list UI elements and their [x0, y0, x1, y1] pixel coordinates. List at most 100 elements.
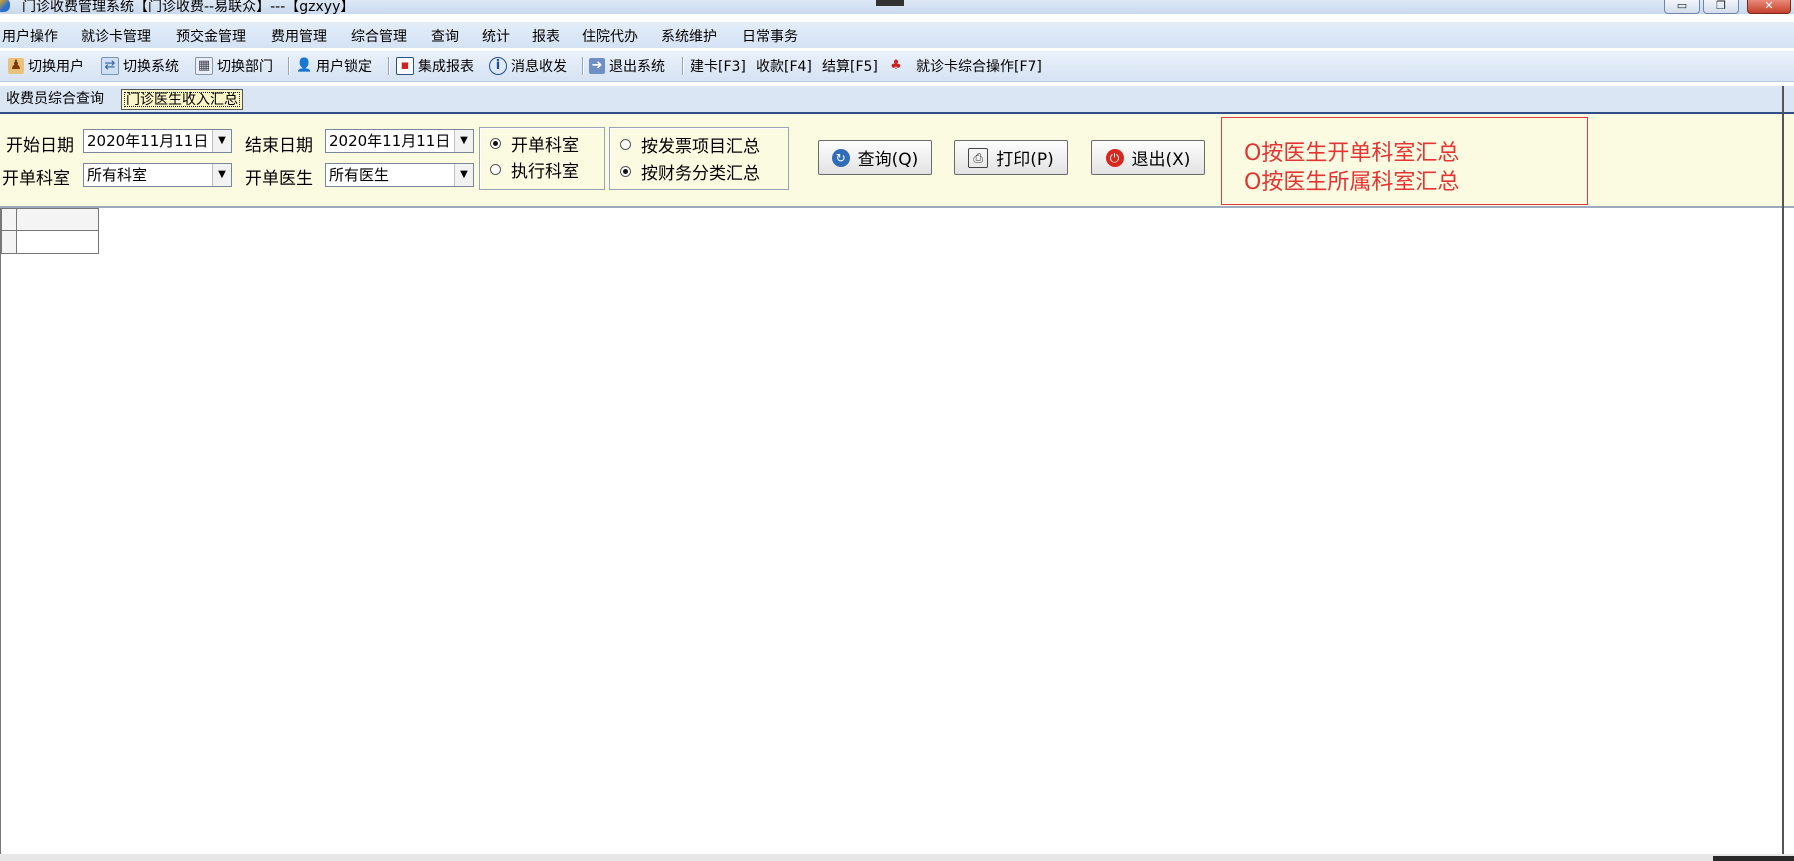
summary-mode-group: 按发票项目汇总 按财务分类汇总 [609, 127, 789, 190]
create-card-label: 建卡[F3] [690, 59, 746, 75]
toolbar-separator [582, 57, 583, 75]
user-lock-icon: 👤 [296, 58, 313, 73]
radio-by-finance-category[interactable]: 按财务分类汇总 [620, 159, 760, 184]
end-date-picker[interactable]: 2020年11月11日 ▼ [325, 129, 474, 153]
chevron-down-icon[interactable]: ▼ [454, 130, 473, 152]
menu-general-mgmt[interactable]: 综合管理 [351, 26, 407, 46]
query-button-label: 查询(Q) [857, 150, 919, 170]
messages-button[interactable]: i 消息收发 [489, 56, 567, 76]
toolbar: ♟ 切换用户 ⇄ 切换系统 ▦ 切换部门 👤 用户锁定 ▪ 集成报表 i 消息收… [0, 51, 1794, 82]
restore-button[interactable]: ❐ [1703, 0, 1739, 14]
grid-column-header[interactable] [16, 208, 99, 231]
annotation-line-1: O按医生开单科室汇总 [1244, 141, 1460, 166]
window-title: 门诊收费管理系统【门诊收费--易联众】---【gzxyy】 [22, 0, 355, 15]
create-card-button[interactable]: 建卡[F3] [690, 56, 746, 76]
collect-payment-label: 收款[F4] [756, 59, 812, 75]
print-button[interactable]: ⎙ 打印(P) [954, 140, 1068, 175]
settle-button[interactable]: 结算[F5] [822, 56, 878, 76]
grid-cell[interactable] [16, 230, 99, 254]
menu-bar: 用户操作 就诊卡管理 预交金管理 费用管理 综合管理 查询 统计 报表 住院代办… [0, 22, 1794, 48]
menu-user-ops[interactable]: 用户操作 [2, 26, 58, 46]
lock-user-button[interactable]: 👤 用户锁定 [296, 56, 372, 76]
tab-cashier-query[interactable]: 收费员综合查询 [2, 89, 108, 110]
card-operations-label: 就诊卡综合操作[F7] [916, 59, 1042, 75]
printer-icon: ⎙ [968, 147, 989, 168]
exit-button-label: 退出(X) [1131, 150, 1191, 170]
card-operations-button[interactable]: ♣ 就诊卡综合操作[F7] [888, 56, 1042, 76]
dept-label: 开单科室 [2, 169, 70, 189]
report-icon: ▪ [396, 57, 414, 75]
menu-deposit-mgmt[interactable]: 预交金管理 [176, 26, 246, 46]
radio-selected-icon [620, 166, 631, 177]
menu-daily-affairs[interactable]: 日常事务 [742, 26, 798, 46]
collect-payment-button[interactable]: 收款[F4] [756, 56, 812, 76]
app-icon [0, 0, 10, 12]
toolbar-separator [288, 57, 289, 75]
tab-doctor-income-summary[interactable]: 门诊医生收入汇总 [121, 89, 243, 110]
integrated-report-button[interactable]: ▪ 集成报表 [396, 56, 474, 76]
grid-row-header[interactable] [1, 230, 17, 254]
exit-door-icon: ➜ [589, 58, 605, 74]
radio-unselected-icon [620, 139, 631, 150]
exit-button[interactable]: ⏻ 退出(X) [1091, 140, 1205, 175]
radio-exec-dept[interactable]: 执行科室 [490, 157, 579, 182]
menu-statistics[interactable]: 统计 [482, 26, 510, 46]
radio-selected-icon [490, 138, 501, 149]
menu-system-maint[interactable]: 系统维护 [661, 26, 717, 46]
chevron-down-icon[interactable]: ▼ [212, 164, 231, 186]
radio-by-finance-category-label: 按财务分类汇总 [641, 164, 760, 184]
title-bar: 门诊收费管理系统【门诊收费--易联众】---【gzxyy】 ▭ ❐ ✕ [0, 0, 1794, 15]
menu-query[interactable]: 查询 [431, 26, 459, 46]
data-grid[interactable] [0, 208, 1785, 856]
end-date-label: 结束日期 [245, 136, 313, 156]
close-button[interactable]: ✕ [1747, 0, 1791, 14]
system-switch-icon: ⇄ [101, 57, 119, 75]
exit-system-button[interactable]: ➜ 退出系统 [589, 56, 665, 76]
grid-corner-cell [1, 208, 17, 231]
annotation-box: O按医生开单科室汇总 O按医生所属科室汇总 [1221, 117, 1588, 205]
start-date-label: 开始日期 [6, 136, 74, 156]
annotation-line-2: O按医生所属科室汇总 [1244, 170, 1460, 195]
lock-user-label: 用户锁定 [316, 59, 372, 75]
dept-mode-group: 开单科室 执行科室 [479, 127, 605, 190]
dept-select-value: 所有科室 [87, 166, 148, 184]
menu-reports[interactable]: 报表 [532, 26, 560, 46]
switch-user-label: 切换用户 [28, 59, 84, 75]
settle-label: 结算[F5] [822, 59, 878, 75]
minimize-button[interactable]: ▭ [1664, 0, 1700, 14]
radio-unselected-icon [490, 164, 501, 175]
window-right-border [1782, 86, 1784, 856]
start-date-value: 2020年11月11日 [87, 132, 209, 150]
switch-user-button[interactable]: ♟ 切换用户 [8, 56, 84, 76]
radio-by-invoice-item-label: 按发票项目汇总 [641, 137, 760, 157]
radio-billing-dept[interactable]: 开单科室 [490, 131, 579, 156]
status-bar [0, 854, 1794, 861]
radio-billing-dept-label: 开单科室 [511, 136, 579, 156]
chevron-down-icon[interactable]: ▼ [454, 164, 473, 186]
department-switch-icon: ▦ [195, 57, 213, 75]
switch-system-button[interactable]: ⇄ 切换系统 [101, 56, 179, 76]
power-icon: ⏻ [1105, 148, 1124, 167]
refresh-icon: ↻ [831, 148, 850, 167]
toolbar-separator [388, 57, 389, 75]
doctor-label: 开单医生 [245, 169, 313, 189]
radio-by-invoice-item[interactable]: 按发票项目汇总 [620, 132, 760, 157]
taskbar-fragment [1713, 856, 1794, 861]
switch-department-label: 切换部门 [217, 59, 273, 75]
query-button[interactable]: ↻ 查询(Q) [818, 140, 932, 175]
info-icon: i [489, 57, 507, 75]
integrated-report-label: 集成报表 [418, 59, 474, 75]
card-ops-icon: ♣ [890, 58, 902, 73]
switch-system-label: 切换系统 [123, 59, 179, 75]
menu-fee-mgmt[interactable]: 费用管理 [271, 26, 327, 46]
menu-card-mgmt[interactable]: 就诊卡管理 [81, 26, 151, 46]
dept-select[interactable]: 所有科室 ▼ [83, 163, 232, 187]
screen-marker [876, 0, 904, 6]
chevron-down-icon[interactable]: ▼ [212, 130, 231, 152]
menu-inpatient-agent[interactable]: 住院代办 [582, 26, 638, 46]
end-date-value: 2020年11月11日 [329, 132, 451, 150]
start-date-picker[interactable]: 2020年11月11日 ▼ [83, 129, 232, 153]
switch-department-button[interactable]: ▦ 切换部门 [195, 56, 273, 76]
doctor-select[interactable]: 所有医生 ▼ [325, 163, 474, 187]
exit-system-label: 退出系统 [609, 59, 665, 75]
